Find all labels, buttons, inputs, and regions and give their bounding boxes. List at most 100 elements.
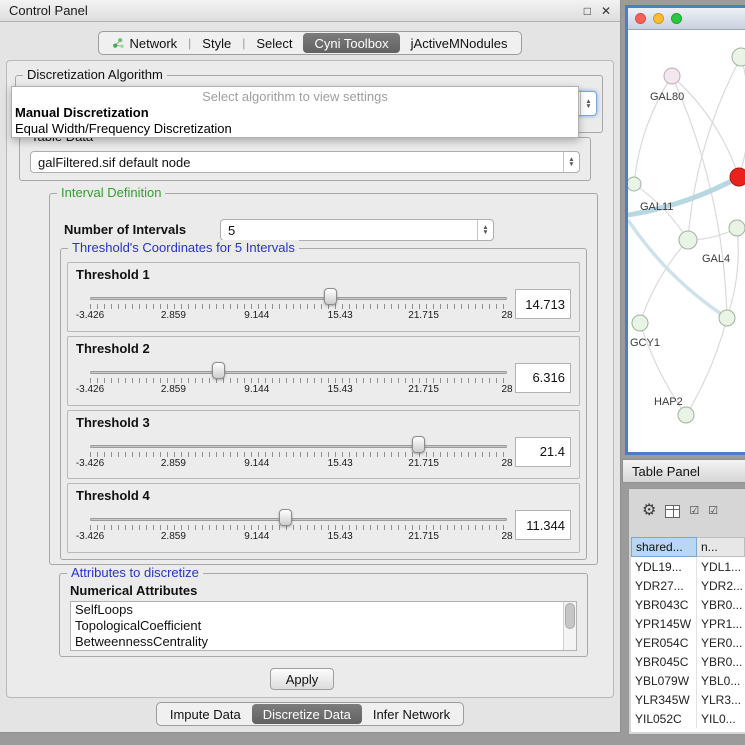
- zoom-traffic-light-icon[interactable]: [671, 13, 682, 24]
- network-node[interactable]: [632, 315, 648, 331]
- network-node[interactable]: [719, 310, 735, 326]
- slider-track[interactable]: [90, 445, 507, 448]
- float-window-icon[interactable]: □: [584, 4, 591, 18]
- table-row[interactable]: YBL079WYBL0...: [631, 671, 745, 690]
- tab-cyni-toolbox[interactable]: Cyni Toolbox: [303, 33, 399, 53]
- network-graph: GAL80GAL11GAL4GCY1HAP2: [628, 30, 745, 452]
- slider-scale: -3.4262.8599.14415.4321.71528: [90, 531, 507, 543]
- attributes-listbox: SelfLoopsTopologicalCoefficientBetweenne…: [70, 601, 577, 651]
- table-cell: YDL1...: [697, 560, 745, 574]
- gear-icon[interactable]: ⚙: [642, 503, 656, 519]
- scrollbar-thumb[interactable]: [565, 603, 575, 629]
- slider-scale: -3.4262.8599.14415.4321.71528: [90, 458, 507, 470]
- network-node[interactable]: [730, 168, 745, 186]
- combo-stepper[interactable]: ▲ ▼: [477, 220, 493, 240]
- scale-tick-label: 15.43: [328, 310, 353, 321]
- list-item[interactable]: BetweennessCentrality: [71, 634, 576, 650]
- column-header[interactable]: shared...: [631, 537, 697, 557]
- table-row[interactable]: YPR145WYPR1...: [631, 614, 745, 633]
- scale-tick-label: 21.715: [408, 384, 439, 395]
- dropdown-option[interactable]: Equal Width/Frequency Discretization: [12, 121, 578, 137]
- close-traffic-light-icon[interactable]: [635, 13, 646, 24]
- slider-track[interactable]: [90, 297, 507, 300]
- threshold-panel: Threshold 3-3.4262.8599.14415.4321.71528…: [67, 410, 580, 480]
- threshold-slider[interactable]: -3.4262.8599.14415.4321.71528: [90, 282, 507, 326]
- table-row[interactable]: YDL19...YDL1...: [631, 557, 745, 576]
- threshold-slider[interactable]: -3.4262.8599.14415.4321.71528: [90, 503, 507, 547]
- threshold-value-field[interactable]: 14.713: [515, 289, 571, 319]
- tab-select[interactable]: Select: [245, 33, 303, 53]
- network-node[interactable]: [679, 231, 697, 249]
- scale-tick-label: 15.43: [328, 384, 353, 395]
- list-item[interactable]: SelfLoops: [71, 602, 576, 618]
- threshold-slider[interactable]: -3.4262.8599.14415.4321.71528: [90, 430, 507, 474]
- combo-stepper[interactable]: ▲ ▼: [563, 152, 579, 172]
- network-node[interactable]: [732, 48, 745, 66]
- tab-impute-data[interactable]: Impute Data: [159, 704, 252, 724]
- tab-discretize-data[interactable]: Discretize Data: [252, 704, 362, 724]
- table-row[interactable]: YER054CYER0...: [631, 633, 745, 652]
- scale-tick-label: 28: [501, 458, 512, 469]
- threshold-value-field[interactable]: 11.344: [515, 510, 571, 540]
- number-of-intervals-select[interactable]: 5 ▲ ▼: [220, 219, 494, 241]
- tab-infer-network[interactable]: Infer Network: [362, 704, 461, 724]
- network-node-label: GAL11: [640, 201, 673, 213]
- thresholds-stack: Threshold 1-3.4262.8599.14415.4321.71528…: [67, 262, 580, 553]
- table-row[interactable]: YBR043CYBR0...: [631, 595, 745, 614]
- table-row[interactable]: YDR27...YDR2...: [631, 576, 745, 595]
- checkbox-icon[interactable]: ☑: [689, 506, 699, 517]
- thresholds-group-label: Threshold's Coordinates for 5 Intervals: [68, 240, 299, 255]
- slider-ticks: [90, 378, 507, 383]
- table-cell: YBL0...: [697, 674, 745, 688]
- network-node[interactable]: [628, 177, 641, 191]
- slider-thumb[interactable]: [412, 436, 425, 453]
- slider-thumb[interactable]: [279, 509, 292, 526]
- columns-icon[interactable]: [665, 505, 680, 518]
- tab-jactivemnodules[interactable]: jActiveMNodules: [400, 33, 519, 53]
- apply-button[interactable]: Apply: [270, 668, 334, 690]
- network-icon: [112, 37, 124, 49]
- threshold-value-field[interactable]: 6.316: [515, 363, 571, 393]
- close-icon[interactable]: ✕: [601, 4, 611, 18]
- network-edge: [739, 57, 745, 177]
- table-row[interactable]: YLR345WYLR3...: [631, 690, 745, 709]
- table-row[interactable]: YIL052CYIL0...: [631, 709, 745, 728]
- table-header-row: shared...n...: [631, 537, 745, 557]
- scale-tick-label: 9.144: [244, 310, 269, 321]
- control-panel-window: Control Panel □ ✕ Network|Style|SelectCy…: [0, 0, 621, 733]
- tab-label: Cyni Toolbox: [314, 36, 388, 51]
- threshold-value-field[interactable]: 21.4: [515, 437, 571, 467]
- network-titlebar[interactable]: [628, 8, 745, 30]
- slider-ticks: [90, 452, 507, 457]
- slider-thumb[interactable]: [212, 362, 225, 379]
- slider-thumb[interactable]: [324, 288, 337, 305]
- network-node[interactable]: [678, 407, 694, 423]
- slider-track[interactable]: [90, 371, 507, 374]
- slider-ticks: [90, 304, 507, 309]
- table-cell: YBL079W: [631, 671, 697, 690]
- threshold-slider[interactable]: -3.4262.8599.14415.4321.71528: [90, 356, 507, 400]
- scrollbar[interactable]: [563, 602, 576, 650]
- column-header[interactable]: n...: [697, 537, 745, 557]
- scale-tick-label: -3.426: [76, 531, 104, 542]
- list-item[interactable]: TopologicalCoefficient: [71, 618, 576, 634]
- network-node-label: HAP2: [654, 396, 683, 408]
- slider-track[interactable]: [90, 518, 507, 521]
- network-canvas[interactable]: GAL80GAL11GAL4GCY1HAP2: [628, 30, 745, 452]
- dropdown-option[interactable]: Manual Discretization: [12, 105, 578, 121]
- minimize-traffic-light-icon[interactable]: [653, 13, 664, 24]
- tab-style[interactable]: Style: [191, 33, 242, 53]
- network-node[interactable]: [729, 220, 745, 236]
- network-node[interactable]: [664, 68, 680, 84]
- combo-stepper[interactable]: ▲ ▼: [580, 92, 596, 115]
- stepper-down-icon: ▼: [568, 162, 574, 167]
- table-cell: YIL052C: [631, 709, 697, 728]
- tab-network[interactable]: Network: [101, 33, 188, 53]
- table-row[interactable]: YBR045CYBR0...: [631, 652, 745, 671]
- table-cell: YPR1...: [697, 617, 745, 631]
- table-data-select[interactable]: galFiltered.sif default node ▲ ▼: [30, 151, 580, 173]
- bottom-tabbar: Impute DataDiscretize DataInfer Network: [156, 702, 464, 726]
- checkbox-icon[interactable]: ☑: [708, 506, 718, 517]
- table-cell: YLR3...: [697, 693, 745, 707]
- table-panel-header: Table Panel: [622, 459, 745, 483]
